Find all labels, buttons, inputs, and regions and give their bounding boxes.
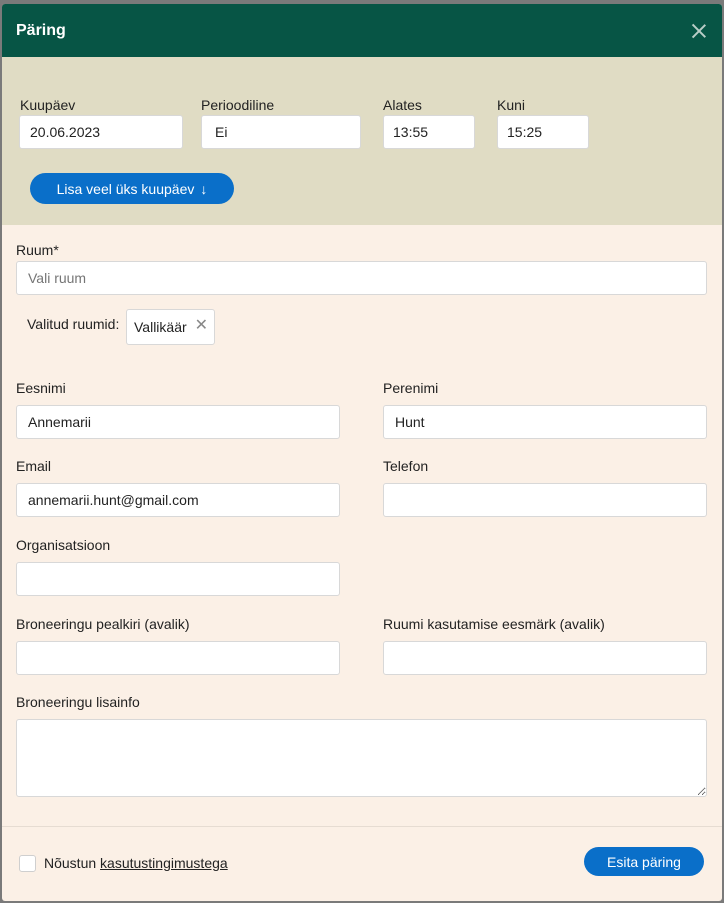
periodic-label: Perioodiline — [201, 97, 275, 113]
purpose-input[interactable] — [383, 641, 707, 675]
consent-prefix: Nõustun — [44, 855, 97, 871]
booking-title-input[interactable] — [16, 641, 340, 675]
phone-label: Telefon — [383, 458, 429, 474]
organisation-label: Organisatsioon — [16, 537, 111, 553]
arrow-down-icon: ↓ — [200, 180, 208, 197]
purpose-label: Ruumi kasutamise eesmärk (avalik) — [383, 616, 605, 632]
email-input[interactable] — [16, 483, 340, 517]
periodic-select[interactable] — [201, 115, 361, 149]
date-input[interactable] — [19, 115, 183, 149]
close-icon[interactable] — [690, 22, 708, 40]
to-time-input[interactable] — [497, 115, 589, 149]
dialog-header: Päring — [2, 4, 722, 57]
booking-form: Ruum* Valitud ruumid: Vallikäär ✕ Eesnim… — [2, 225, 722, 827]
to-time-label: Kuni — [497, 97, 526, 113]
room-label: Ruum* — [16, 242, 59, 258]
dialog-title: Päring — [16, 21, 66, 39]
email-label: Email — [16, 458, 52, 474]
room-select[interactable] — [16, 261, 707, 295]
selected-room-chip: Vallikäär ✕ — [126, 309, 216, 345]
add-date-label: Lisa veel üks kuupäev — [56, 180, 195, 197]
date-label: Kuupäev — [20, 97, 76, 113]
extra-info-textarea[interactable] — [16, 719, 707, 797]
last-name-input[interactable] — [383, 405, 707, 439]
date-panel: Kuupäev Perioodiline Alates Kuni Lisa ve… — [2, 57, 722, 225]
selected-room-name: Vallikäär — [134, 319, 187, 335]
add-date-button[interactable]: Lisa veel üks kuupäev ↓ — [30, 173, 234, 204]
remove-room-icon[interactable]: ✕ — [195, 317, 208, 334]
last-name-label: Perenimi — [383, 380, 439, 396]
dialog-footer: Nõustun kasutustingimustega Esita päring — [2, 826, 722, 901]
first-name-input[interactable] — [16, 405, 340, 439]
extra-info-label: Broneeringu lisainfo — [16, 694, 140, 710]
first-name-label: Eesnimi — [16, 380, 66, 396]
terms-checkbox[interactable] — [19, 855, 36, 872]
booking-request-dialog: Päring Kuupäev Perioodiline Alates Kuni … — [2, 4, 722, 901]
selected-rooms-label: Valitud ruumid: — [27, 316, 120, 332]
submit-request-button[interactable]: Esita päring — [584, 847, 704, 876]
phone-input[interactable] — [383, 483, 707, 517]
terms-link[interactable]: kasutustingimustega — [100, 855, 228, 871]
from-time-label: Alates — [383, 97, 422, 113]
terms-consent-text: Nõustun kasutustingimustega — [44, 855, 228, 871]
organisation-input[interactable] — [16, 562, 340, 596]
booking-title-label: Broneeringu pealkiri (avalik) — [16, 616, 190, 632]
from-time-input[interactable] — [383, 115, 475, 149]
